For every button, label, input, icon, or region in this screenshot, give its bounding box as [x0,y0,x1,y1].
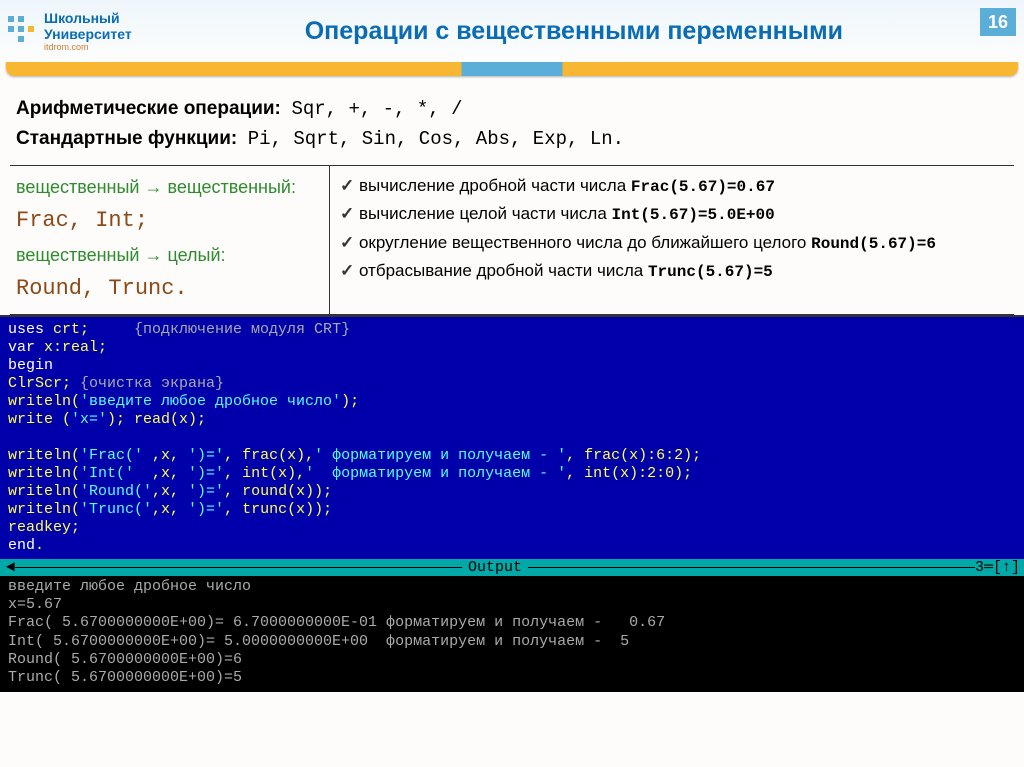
output-pane-bar: ◄ Output 3═[↑] [0,559,1024,576]
functions-description-column: вычисление дробной части числа Frac(5.67… [330,166,1014,314]
stdfunc-label: Стандартные функции: [16,128,237,149]
int-description: вычисление целой части числа Int(5.67)=5… [340,200,1004,228]
operations-text: Арифметические операции: Sqr, +, -, *, /… [0,76,1024,165]
slide-title: Операции с вещественными переменными [132,17,1016,46]
slide-header: Школьный Университет itdrom.com Операции… [0,0,1024,62]
logo-subtitle: itdrom.com [44,42,132,52]
frac-description: вычисление дробной части числа Frac(5.67… [340,172,1004,200]
page-number: 16 [980,8,1016,36]
output-label: Output [462,559,528,576]
round-description: округление вещественного числа до ближай… [340,229,1004,257]
header-decoration-bar [6,62,1018,76]
arith-label: Арифметические операции: [16,98,281,119]
real-to-int-label: вещественный → целый: [16,240,319,271]
pascal-editor: uses crt; {подключение модуля CRT} var x… [0,315,1024,559]
functions-types-column: вещественный → вещественный: Frac, Int; … [10,166,330,314]
round-trunc-funcs: Round, Trunc. [16,270,319,307]
stdfunc-list: Pi, Sqrt, Sin, Cos, Abs, Exp, Ln. [248,128,624,150]
logo-line2: Университет [44,26,132,42]
real-to-real-label: вещественный → вещественный: [16,172,319,203]
logo: Школьный Университет itdrom.com [8,10,132,52]
trunc-description: отбрасывание дробной части числа Trunc(5… [340,257,1004,285]
arith-ops: Sqr, +, -, *, / [291,98,462,120]
functions-area: вещественный → вещественный: Frac, Int; … [10,165,1014,315]
console-output: введите любое дробное число x=5.67 Frac(… [0,576,1024,692]
frac-int-funcs: Frac, Int; [16,202,319,239]
output-pane-info: 3═[↑] [975,559,1020,576]
logo-line1: Школьный [44,10,132,26]
logo-icon [8,16,38,46]
scroll-left-arrow: ◄ [6,559,15,576]
